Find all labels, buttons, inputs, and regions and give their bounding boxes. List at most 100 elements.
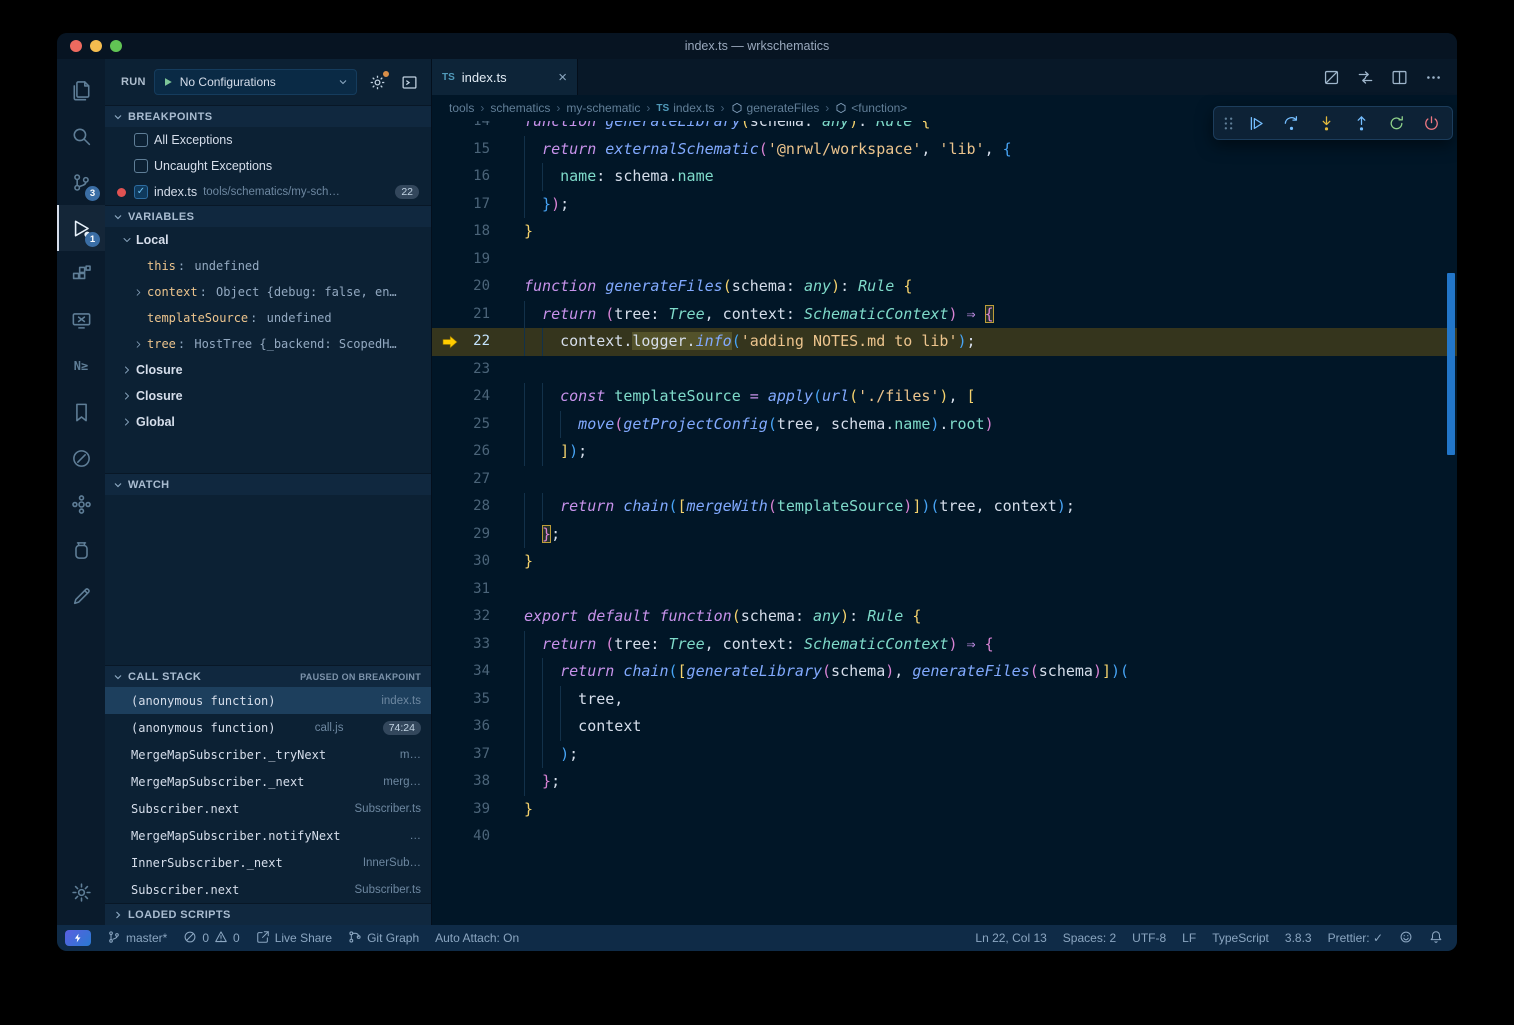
open-changes-icon[interactable] [1321,67,1341,87]
editor-gutter[interactable]: 16 [432,163,524,191]
call-stack-frame[interactable]: MergeMapSubscriber._nextmerg… [105,768,431,795]
activity-item-search[interactable] [57,113,105,159]
status-remote[interactable] [57,925,99,951]
variables-section-header[interactable]: VARIABLES [105,205,431,227]
editor-gutter[interactable]: 19 [432,246,524,274]
breakpoint-checkbox[interactable] [134,133,148,147]
editor-gutter[interactable]: 30 [432,548,524,576]
breadcrumb-item-my-schematic[interactable]: my-schematic [566,101,640,115]
debug-configuration-dropdown[interactable]: No Configurations [154,69,357,95]
editor-gutter[interactable]: 35 [432,686,524,714]
step-out-button[interactable] [1345,109,1378,137]
call-stack-frame[interactable]: (anonymous function)call.js74:24 [105,714,431,741]
status-cursor-position[interactable]: Ln 22, Col 13 [967,925,1054,951]
call-stack-frame[interactable]: MergeMapSubscriber._tryNextm… [105,741,431,768]
breakpoints-section-header[interactable]: BREAKPOINTS [105,105,431,127]
editor-gutter[interactable]: 34 [432,658,524,686]
disconnect-button[interactable] [1415,109,1448,137]
editor-gutter[interactable]: 24 [432,383,524,411]
editor-gutter[interactable]: 27 [432,466,524,494]
overview-ruler[interactable] [1443,121,1457,925]
breakpoint-item[interactable]: Uncaught Exceptions [105,153,431,179]
variable-templateSource[interactable]: templateSource: undefined [105,305,431,331]
editor-gutter[interactable]: 18 [432,218,524,246]
editor-gutter[interactable]: 26 [432,438,524,466]
editor-gutter[interactable]: 28 [432,493,524,521]
step-into-button[interactable] [1310,109,1343,137]
variables-scope-closure[interactable]: Closure [105,357,431,383]
status-git-graph[interactable]: Git Graph [340,925,427,951]
breadcrumb-item-generatefiles[interactable]: generateFiles [731,101,820,115]
editor-gutter[interactable]: 15 [432,136,524,164]
breakpoint-item[interactable]: ✓index.tstools/schematics/my-sch…22 [105,179,431,205]
status-prettier[interactable]: Prettier: ✓ [1320,925,1391,951]
call-stack-section-header[interactable]: CALL STACK PAUSED ON BREAKPOINT [105,665,431,687]
breadcrumb-item-tools[interactable]: tools [449,101,474,115]
breakpoint-checkbox[interactable] [134,159,148,173]
status-branch[interactable]: master* [99,925,175,951]
loaded-scripts-section-header[interactable]: LOADED SCRIPTS [105,903,431,925]
variables-scope-local[interactable]: Local [105,227,431,253]
variables-scope-closure[interactable]: Closure [105,383,431,409]
activity-item-run-and-debug[interactable]: 1 [57,205,105,251]
editor-gutter[interactable]: 36 [432,713,524,741]
compare-changes-icon[interactable] [1355,67,1375,87]
open-debug-console-button[interactable] [397,70,421,94]
close-tab-icon[interactable]: × [558,70,567,85]
activity-item-remote-explorer[interactable] [57,297,105,343]
status-auto-attach[interactable]: Auto Attach: On [427,925,527,951]
status-problems[interactable]: 00 [175,925,247,951]
start-debugging-icon[interactable] [162,76,174,88]
split-editor-icon[interactable] [1389,67,1409,87]
zoom-window-button[interactable] [110,40,122,52]
activity-item-bookmarks[interactable] [57,389,105,435]
activity-item-live-server[interactable] [57,435,105,481]
activity-item-source-control[interactable]: 3 [57,159,105,205]
status-indentation[interactable]: Spaces: 2 [1055,925,1124,951]
activity-item-nx-console[interactable]: N≥ [57,343,105,389]
breadcrumb-item-schematics[interactable]: schematics [490,101,550,115]
continue-button[interactable] [1240,109,1273,137]
more-actions-icon[interactable] [1423,67,1443,87]
toolbar-grip-handle[interactable] [1218,109,1238,137]
variables-scope-global[interactable]: Global [105,409,431,435]
editor-gutter[interactable]: 38 [432,768,524,796]
editor-gutter[interactable]: 17 [432,191,524,219]
status-typescript-version[interactable]: 3.8.3 [1277,925,1320,951]
status-live-share[interactable]: Live Share [248,925,340,951]
editor-gutter[interactable]: 29 [432,521,524,549]
titlebar[interactable]: index.ts — wrkschematics [57,33,1457,59]
call-stack-frame[interactable]: Subscriber.nextSubscriber.ts [105,876,431,903]
activity-item-settings[interactable] [57,869,105,915]
breadcrumb-item--function-[interactable]: <function> [835,101,907,115]
status-eol[interactable]: LF [1174,925,1204,951]
breakpoint-item[interactable]: All Exceptions [105,127,431,153]
breakpoint-checkbox[interactable]: ✓ [134,185,148,199]
watch-section-header[interactable]: WATCH [105,473,431,495]
editor-gutter[interactable]: 22 [432,328,524,356]
editor-gutter[interactable]: 20 [432,273,524,301]
variable-tree[interactable]: tree: HostTree {_backend: ScopedH… [105,331,431,357]
activity-item-draw-edit[interactable] [57,573,105,619]
activity-item-extensions[interactable] [57,251,105,297]
variable-this[interactable]: this: undefined [105,253,431,279]
close-window-button[interactable] [70,40,82,52]
editor-gutter[interactable]: 40 [432,823,524,851]
variable-context[interactable]: context: Object {debug: false, en… [105,279,431,305]
step-over-button[interactable] [1275,109,1308,137]
status-language-mode[interactable]: TypeScript [1204,925,1277,951]
editor-gutter[interactable]: 14 [432,121,524,136]
call-stack-frame[interactable]: Subscriber.nextSubscriber.ts [105,795,431,822]
activity-item-explorer[interactable] [57,67,105,113]
editor-gutter[interactable]: 25 [432,411,524,439]
breadcrumb-item-index-ts[interactable]: TSindex.ts [656,101,714,115]
debug-settings-gear-button[interactable] [365,70,389,94]
editor-gutter[interactable]: 31 [432,576,524,604]
tab-index-ts[interactable]: TS index.ts × [432,59,578,95]
activity-item-docker-jar[interactable] [57,527,105,573]
call-stack-frame[interactable]: (anonymous function)index.ts [105,687,431,714]
call-stack-frame[interactable]: MergeMapSubscriber.notifyNext… [105,822,431,849]
call-stack-frame[interactable]: InnerSubscriber._nextInnerSub… [105,849,431,876]
editor-gutter[interactable]: 23 [432,356,524,384]
activity-item-gitlens[interactable] [57,481,105,527]
